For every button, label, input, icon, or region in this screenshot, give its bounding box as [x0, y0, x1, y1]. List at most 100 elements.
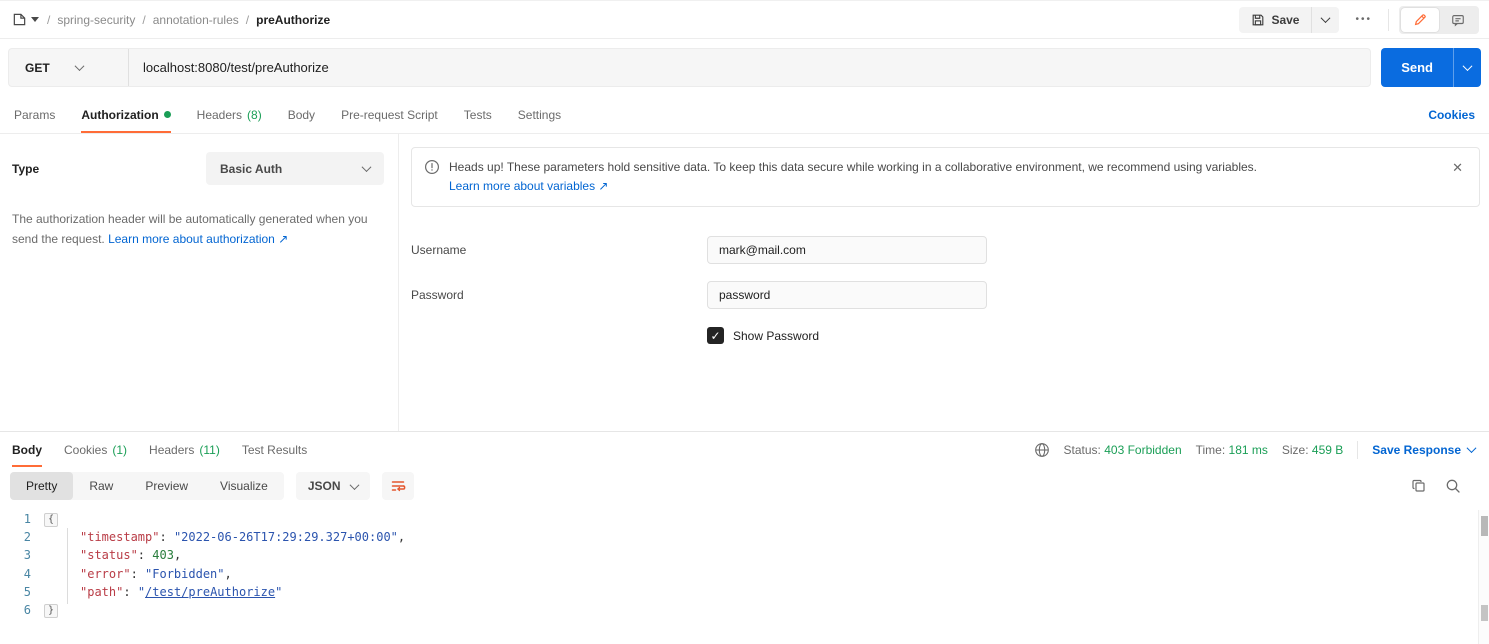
learn-more-variables-link[interactable]: Learn more about variables ↗: [449, 179, 608, 193]
breadcrumb-folder[interactable]: annotation-rules: [153, 13, 239, 27]
topbar-divider: [1388, 8, 1389, 31]
format-value: JSON: [307, 479, 341, 493]
edit-mode-button[interactable]: [1401, 7, 1439, 32]
json-token: ,: [397, 530, 406, 545]
username-row: Username: [411, 236, 1480, 264]
send-button[interactable]: Send: [1381, 48, 1453, 87]
close-icon[interactable]: ✕: [1448, 158, 1467, 178]
response-code-lines: 1{2 "timestamp": "2022-06-26T17:29:29.327…: [0, 510, 1489, 619]
headers-count-badge: (8): [247, 107, 262, 122]
file-icon: [13, 13, 26, 26]
fold-widget[interactable]: }: [44, 604, 59, 619]
response-toolbar: Pretty Raw Preview Visualize JSON: [0, 467, 1489, 505]
response-headers-label: Headers: [149, 442, 195, 457]
save-response-label: Save Response: [1372, 442, 1461, 457]
tab-settings[interactable]: Settings: [518, 96, 561, 133]
size-label: Size:: [1281, 442, 1309, 457]
breadcrumb-request-name[interactable]: preAuthorize: [256, 13, 330, 27]
tab-tests[interactable]: Tests: [464, 96, 492, 133]
chevron-down-icon: [74, 61, 85, 72]
response-meta: Status: 403 Forbidden Time: 181 ms Size:…: [1034, 432, 1477, 467]
response-cookies-label: Cookies: [64, 442, 108, 457]
chevron-down-icon: [1466, 443, 1477, 454]
view-raw-button[interactable]: Raw: [73, 472, 129, 500]
json-token: "2022-06-26T17:29:29.327+00:00": [173, 530, 398, 545]
auth-type-select[interactable]: Basic Auth: [206, 152, 384, 185]
comment-icon: [1452, 14, 1464, 26]
password-input[interactable]: [707, 281, 987, 309]
method-select[interactable]: GET: [9, 49, 129, 86]
edit-comment-toggle: [1399, 5, 1479, 34]
tab-headers[interactable]: Headers (8): [197, 96, 262, 133]
comments-button[interactable]: [1439, 8, 1477, 32]
save-button-label: Save: [1271, 12, 1300, 27]
view-visualize-button[interactable]: Visualize: [204, 472, 284, 500]
scrollbar-thumb[interactable]: [1481, 516, 1488, 536]
warning-circle-icon: [424, 159, 440, 175]
json-token: :: [137, 548, 153, 563]
response-toolbar-right: [1411, 478, 1479, 494]
username-input[interactable]: [707, 236, 987, 264]
send-options-caret[interactable]: [1453, 48, 1481, 87]
response-tab-headers[interactable]: Headers (11): [149, 432, 220, 467]
response-scrollbar: [1478, 510, 1489, 644]
search-response-button[interactable]: [1445, 478, 1461, 494]
line-content: "status": 403,: [44, 548, 181, 562]
breadcrumb-separator: /: [142, 12, 146, 27]
response-view-switcher: Pretty Raw Preview Visualize: [10, 472, 284, 500]
sensitive-data-banner: Heads up! These parameters hold sensitiv…: [411, 147, 1480, 207]
url-group: GET: [8, 48, 1372, 87]
breadcrumb-collection[interactable]: spring-security: [57, 13, 135, 27]
format-select[interactable]: JSON: [295, 472, 370, 500]
cookies-link[interactable]: Cookies: [1428, 96, 1475, 133]
code-line: 6}: [0, 601, 1489, 619]
show-password-checkbox[interactable]: ✓: [707, 327, 724, 344]
line-content: }: [44, 602, 59, 619]
tab-authorization[interactable]: Authorization: [81, 96, 172, 133]
chevron-down-icon: [349, 479, 359, 490]
scrollbar-marker[interactable]: [1481, 605, 1488, 621]
request-file-menu[interactable]: [12, 12, 39, 27]
save-options-caret[interactable]: [1311, 6, 1340, 33]
line-number: 1: [23, 512, 31, 527]
response-tab-body[interactable]: Body: [12, 432, 42, 467]
response-tab-test-results[interactable]: Test Results: [242, 432, 307, 467]
tab-headers-label: Headers: [196, 107, 243, 122]
auth-help-text: The authorization header will be automat…: [12, 209, 382, 249]
wrap-lines-button[interactable]: [381, 472, 414, 500]
username-label: Username: [411, 243, 467, 257]
tab-body[interactable]: Body: [288, 96, 315, 133]
save-button-group: Save: [1239, 6, 1340, 33]
indent-guide: [67, 528, 68, 604]
copy-response-button[interactable]: [1411, 478, 1427, 494]
view-pretty-button[interactable]: Pretty: [10, 472, 74, 500]
url-input[interactable]: [129, 49, 1371, 86]
response-header: Body Cookies (1) Headers (11) Test Resul…: [0, 431, 1489, 467]
copy-icon: [1412, 479, 1425, 492]
learn-more-authorization-link[interactable]: Learn more about authorization ↗: [108, 232, 288, 246]
breadcrumb-separator: /: [47, 12, 51, 27]
auth-credentials-panel: Heads up! These parameters hold sensitiv…: [399, 134, 1489, 431]
save-response-button[interactable]: Save Response: [1372, 442, 1477, 457]
save-icon: [1253, 14, 1264, 25]
code-line: 4 "error": "Forbidden",: [0, 565, 1489, 583]
tab-prerequest-script[interactable]: Pre-request Script: [341, 96, 438, 133]
send-button-group: Send: [1381, 48, 1481, 87]
topbar: / spring-security / annotation-rules / p…: [0, 1, 1489, 39]
view-preview-button[interactable]: Preview: [129, 472, 204, 500]
network-info-button[interactable]: [1034, 442, 1050, 458]
auth-type-label: Type: [12, 161, 40, 176]
response-tab-cookies[interactable]: Cookies (1): [64, 432, 127, 467]
postman-app: / spring-security / annotation-rules / p…: [0, 0, 1489, 644]
save-button[interactable]: Save: [1239, 7, 1311, 33]
chevron-down-icon: [361, 162, 372, 173]
fold-widget[interactable]: {: [44, 513, 59, 528]
password-label: Password: [411, 288, 464, 302]
more-actions-button[interactable]: •••: [1349, 10, 1378, 29]
json-token: "path": [80, 584, 124, 599]
line-content: "timestamp": "2022-06-26T17:29:29.327+00…: [44, 530, 405, 544]
json-path-link[interactable]: /test/preAuthorize: [145, 585, 275, 599]
tab-params[interactable]: Params: [14, 96, 55, 133]
json-token: ,: [224, 566, 232, 581]
file-caret-icon: [31, 17, 39, 22]
